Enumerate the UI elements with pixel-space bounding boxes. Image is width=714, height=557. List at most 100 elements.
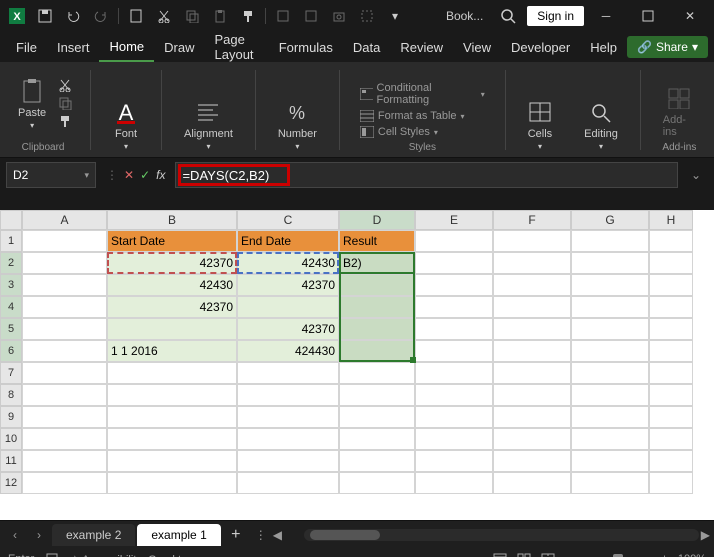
cell[interactable] <box>22 384 107 406</box>
menu-review[interactable]: Review <box>390 34 453 61</box>
cell[interactable] <box>493 384 571 406</box>
cell[interactable]: 42370 <box>237 318 339 340</box>
cut-ribbon-icon[interactable] <box>58 78 74 92</box>
search-icon[interactable] <box>491 3 525 29</box>
tab-nav-prev[interactable]: ‹ <box>4 528 26 542</box>
redo-icon[interactable] <box>88 3 114 29</box>
cell[interactable] <box>649 472 693 494</box>
cell[interactable] <box>493 296 571 318</box>
menu-draw[interactable]: Draw <box>154 34 204 61</box>
cell[interactable] <box>493 230 571 252</box>
select-all-corner[interactable] <box>0 210 22 230</box>
cell[interactable] <box>415 274 493 296</box>
cell[interactable] <box>339 318 415 340</box>
col-header-d[interactable]: D <box>339 210 415 230</box>
cell[interactable] <box>237 406 339 428</box>
fx-icon[interactable]: fx <box>156 168 165 182</box>
cell[interactable] <box>237 384 339 406</box>
cell[interactable] <box>649 230 693 252</box>
tab-nav-next[interactable]: › <box>28 528 50 542</box>
group2-icon[interactable] <box>298 3 324 29</box>
col-header-b[interactable]: B <box>107 210 237 230</box>
cell[interactable] <box>493 274 571 296</box>
save-icon[interactable] <box>32 3 58 29</box>
cell[interactable] <box>415 384 493 406</box>
cell[interactable] <box>649 406 693 428</box>
signin-button[interactable]: Sign in <box>527 6 584 26</box>
col-header-c[interactable]: C <box>237 210 339 230</box>
cell[interactable]: 1 1 2016 <box>107 340 237 362</box>
horizontal-scrollbar[interactable] <box>304 529 699 541</box>
row-header-5[interactable]: 5 <box>0 318 22 340</box>
cell-active[interactable]: B2) <box>339 252 415 274</box>
menu-view[interactable]: View <box>453 34 501 61</box>
paste-icon[interactable] <box>207 3 233 29</box>
row-header-9[interactable]: 9 <box>0 406 22 428</box>
scroll-right-icon[interactable]: ▶ <box>701 528 710 542</box>
close-button[interactable]: ✕ <box>670 2 710 30</box>
cell[interactable] <box>493 252 571 274</box>
expand-formula-icon[interactable]: ⌄ <box>684 168 708 182</box>
cell[interactable] <box>415 296 493 318</box>
col-header-f[interactable]: F <box>493 210 571 230</box>
cell[interactable] <box>237 428 339 450</box>
cell[interactable] <box>571 340 649 362</box>
camera-icon[interactable] <box>326 3 352 29</box>
view-pagebreak-icon[interactable] <box>541 553 555 557</box>
cells-button[interactable]: Cells▾ <box>522 96 558 153</box>
more-titlebar-icon[interactable]: ▾ <box>382 3 408 29</box>
cell[interactable] <box>571 450 649 472</box>
conditional-formatting-button[interactable]: Conditional Formatting▾ <box>356 80 489 108</box>
cell[interactable]: Start Date <box>107 230 237 252</box>
cell[interactable] <box>493 318 571 340</box>
cell[interactable] <box>493 340 571 362</box>
newfile-icon[interactable] <box>123 3 149 29</box>
cell[interactable] <box>415 406 493 428</box>
scroll-left-icon[interactable]: ◀ <box>273 528 282 542</box>
cell[interactable] <box>415 252 493 274</box>
cell[interactable] <box>415 450 493 472</box>
cell[interactable] <box>415 428 493 450</box>
cell[interactable] <box>649 274 693 296</box>
cell[interactable] <box>22 406 107 428</box>
cell[interactable] <box>107 362 237 384</box>
cell[interactable] <box>571 252 649 274</box>
cell[interactable] <box>493 406 571 428</box>
cell[interactable] <box>22 274 107 296</box>
cell[interactable] <box>415 362 493 384</box>
cell[interactable] <box>107 428 237 450</box>
cell[interactable]: Result <box>339 230 415 252</box>
cell[interactable] <box>237 472 339 494</box>
view-normal-icon[interactable] <box>493 553 507 557</box>
cell[interactable] <box>22 428 107 450</box>
cell[interactable] <box>339 472 415 494</box>
col-header-h[interactable]: H <box>649 210 693 230</box>
cell[interactable] <box>22 230 107 252</box>
menu-pagelayout[interactable]: Page Layout <box>205 26 269 68</box>
cell[interactable]: 42430 <box>107 274 237 296</box>
cell[interactable] <box>649 450 693 472</box>
cell[interactable] <box>415 472 493 494</box>
group1-icon[interactable] <box>270 3 296 29</box>
row-header-6[interactable]: 6 <box>0 340 22 362</box>
paste-button[interactable]: Paste▾ <box>12 75 52 132</box>
cell[interactable] <box>571 428 649 450</box>
view-pagelayout-icon[interactable] <box>517 553 531 557</box>
menu-data[interactable]: Data <box>343 34 390 61</box>
accessibility-status[interactable]: ✧ Accessibility: Good to go <box>70 553 202 557</box>
row-header-11[interactable]: 11 <box>0 450 22 472</box>
cell[interactable] <box>493 450 571 472</box>
cell[interactable] <box>493 362 571 384</box>
cell[interactable] <box>339 428 415 450</box>
cell[interactable] <box>237 362 339 384</box>
cut-icon[interactable] <box>151 3 177 29</box>
sheet-tab-1[interactable]: example 2 <box>52 524 135 546</box>
editing-button[interactable]: Editing▾ <box>578 96 624 153</box>
cell[interactable] <box>493 428 571 450</box>
cell[interactable] <box>649 296 693 318</box>
cell[interactable] <box>107 406 237 428</box>
col-header-e[interactable]: E <box>415 210 493 230</box>
accept-formula-icon[interactable]: ✓ <box>140 168 150 182</box>
number-button[interactable]: % Number▾ <box>272 96 323 153</box>
sheet-tab-2[interactable]: example 1 <box>137 524 220 546</box>
